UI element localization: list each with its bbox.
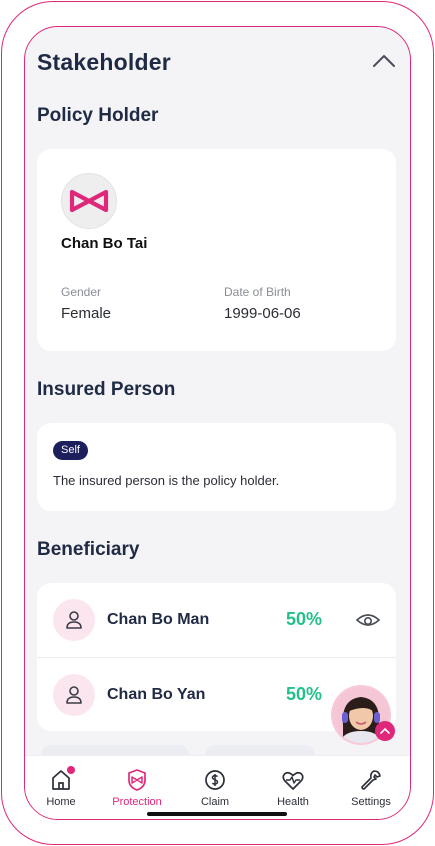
home-indicator xyxy=(147,812,287,816)
self-badge: Self xyxy=(53,441,88,460)
chevron-up-icon[interactable] xyxy=(371,51,397,71)
nav-claim[interactable]: Claim xyxy=(177,756,253,819)
nav-protection[interactable]: Protection xyxy=(99,756,175,819)
policy-holder-heading: Policy Holder xyxy=(37,105,159,126)
wrench-icon xyxy=(359,768,383,792)
nav-label: Claim xyxy=(200,796,230,808)
eye-icon[interactable] xyxy=(355,611,381,629)
heart-pulse-icon xyxy=(281,768,305,792)
beneficiary-heading: Beneficiary xyxy=(37,539,140,560)
bow-logo-icon xyxy=(69,189,109,213)
beneficiary-name: Chan Bo Man xyxy=(107,611,210,628)
insured-person-heading: Insured Person xyxy=(37,379,176,400)
claim-icon xyxy=(203,768,227,792)
beneficiary-percent: 50% xyxy=(286,684,323,704)
nav-settings[interactable]: Settings xyxy=(333,756,409,819)
brand-logo xyxy=(61,173,117,229)
bottom-nav: Home Protection Claim Health Settings xyxy=(25,755,410,819)
nav-health[interactable]: Health xyxy=(255,756,331,819)
person-icon xyxy=(53,674,95,716)
section-title: Stakeholder xyxy=(37,49,171,75)
shield-icon xyxy=(125,768,149,792)
gender-label: Gender xyxy=(61,285,102,299)
nav-label: Settings xyxy=(351,796,391,808)
nav-home[interactable]: Home xyxy=(25,756,99,819)
dob-value: 1999-06-06 xyxy=(224,305,301,322)
app-screen: Stakeholder Policy Holder Chan Bo Tai Ge… xyxy=(24,26,411,820)
gender-value: Female xyxy=(61,305,112,322)
chevron-up-badge-icon[interactable] xyxy=(375,721,395,741)
beneficiary-percent: 50% xyxy=(286,609,323,629)
person-icon xyxy=(53,599,95,641)
beneficiary-row[interactable]: Chan Bo Man 50% xyxy=(37,583,396,657)
stakeholder-header[interactable]: Stakeholder xyxy=(37,49,397,77)
policy-holder-card: Chan Bo Tai Gender Female Date of Birth … xyxy=(37,149,396,351)
nav-label: Health xyxy=(277,796,309,808)
holder-name: Chan Bo Tai xyxy=(61,235,148,252)
insured-person-card: Self The insured person is the policy ho… xyxy=(37,423,396,511)
insured-description: The insured person is the policy holder. xyxy=(53,473,280,488)
beneficiary-name: Chan Bo Yan xyxy=(107,686,206,703)
nav-label: Home xyxy=(46,796,76,808)
nav-label: Protection xyxy=(112,796,162,808)
dob-label: Date of Birth xyxy=(224,285,291,299)
notification-dot xyxy=(67,766,75,774)
